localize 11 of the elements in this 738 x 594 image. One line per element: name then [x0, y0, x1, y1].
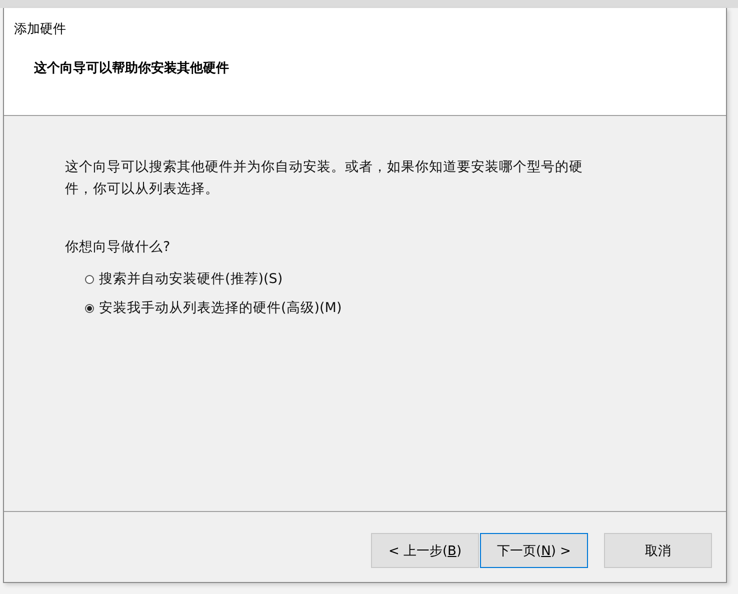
wizard-heading: 这个向导可以帮助你安装其他硬件	[33, 60, 230, 77]
wizard-button[interactable]: 取消	[604, 533, 712, 568]
radio-button[interactable]	[85, 304, 94, 312]
radio-button[interactable]	[85, 274, 94, 284]
intro-text: 这个向导可以搜索其他硬件并为你自动安装。或者，如果你知道要安装哪个型号的硬件，你可以从列表选择。	[65, 158, 584, 199]
wizard-button[interactable]: 下一页(N) >	[480, 533, 588, 568]
radio-label[interactable]: 搜索并自动安装硬件(推荐)(S)	[99, 270, 283, 288]
wizard-button[interactable]: < 上一步(B)	[371, 533, 479, 568]
window-title: 添加硬件	[13, 21, 67, 38]
question-text: 你想向导做什么?	[65, 238, 172, 256]
radio-label[interactable]: 安装我手动从列表选择的硬件(高级)(M)	[99, 299, 342, 317]
